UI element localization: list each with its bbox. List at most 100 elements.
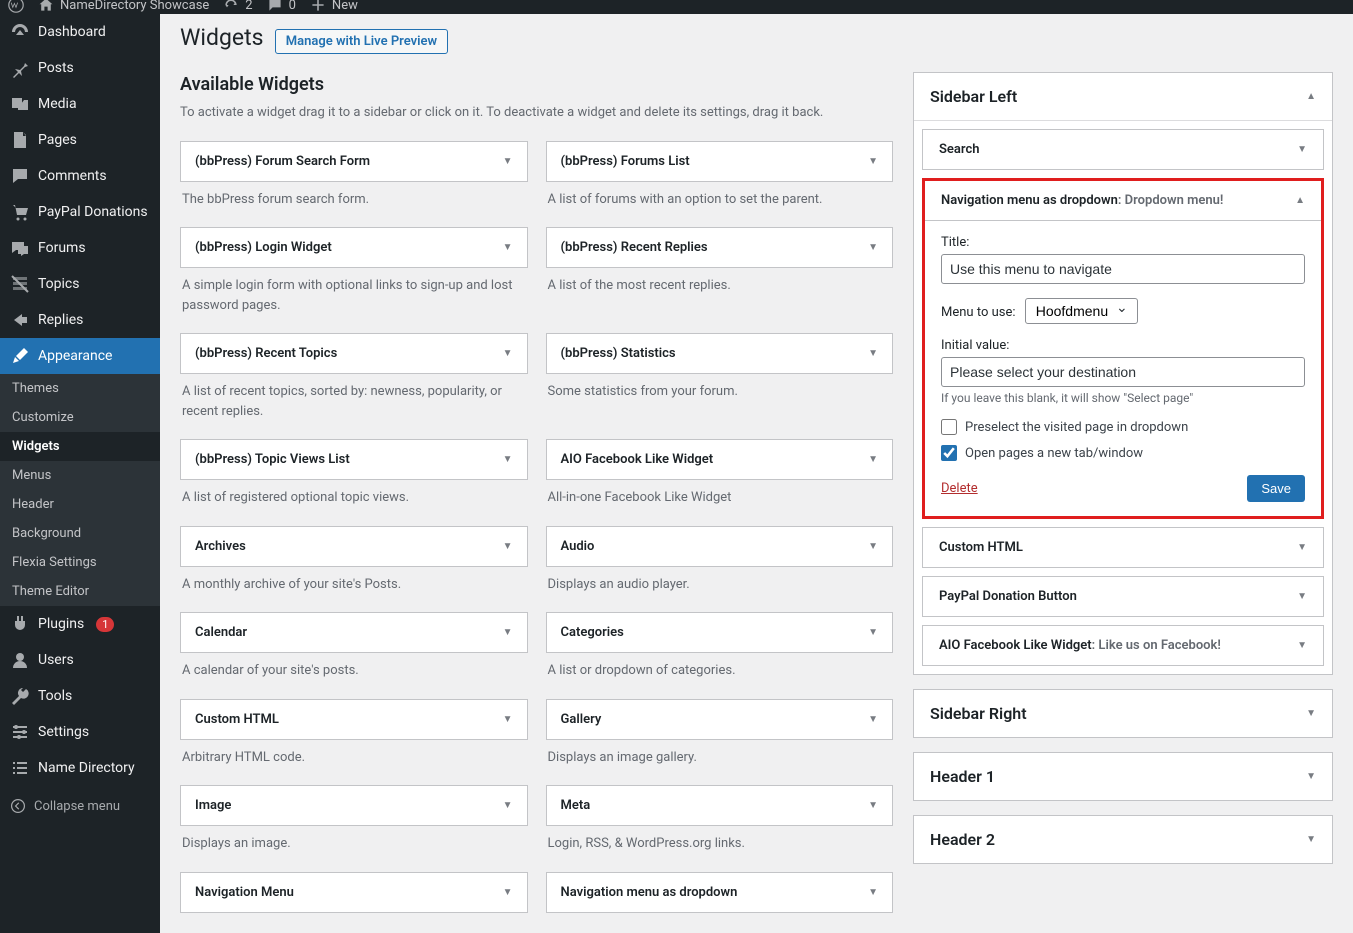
available-widget[interactable]: (bbPress) Forum Search Form▼ (180, 141, 528, 182)
available-widget[interactable]: (bbPress) Topic Views List▼ (180, 439, 528, 480)
chevron-down-icon: ▼ (1306, 834, 1316, 845)
chevron-up-icon: ▲ (1295, 195, 1305, 206)
sidebar-item-tools[interactable]: Tools (0, 678, 160, 714)
available-widget[interactable]: Image▼ (180, 785, 528, 826)
live-preview-button[interactable]: Manage with Live Preview (275, 29, 448, 54)
submenu-item-flexia-settings[interactable]: Flexia Settings (0, 548, 160, 577)
collapse-menu-button[interactable]: Collapse menu (0, 790, 160, 822)
available-widget[interactable]: Calendar▼ (180, 612, 528, 653)
initial-value-input[interactable] (941, 357, 1305, 387)
widget-item-header[interactable]: Navigation menu as dropdown: Dropdown me… (925, 181, 1321, 220)
chevron-down-icon: ▼ (1297, 542, 1307, 553)
menu-select[interactable]: Hoofdmenu (1025, 298, 1138, 324)
chevron-down-icon: ▼ (489, 336, 527, 371)
available-widget[interactable]: Archives▼ (180, 526, 528, 567)
widget-item-suffix: : Like us on Facebook! (1092, 638, 1221, 653)
widget-desc: Displays an image. (180, 832, 528, 862)
sidebar-item-forums[interactable]: Forums (0, 230, 160, 266)
sidebar-item-paypal-donations[interactable]: PayPal Donations (0, 194, 160, 230)
sidebar-item-media[interactable]: Media (0, 86, 160, 122)
sidebar-item-topics[interactable]: Topics (0, 266, 160, 302)
widget-title: Categories (547, 613, 638, 652)
updates-link[interactable]: 2 (223, 0, 252, 13)
comments-link[interactable]: 0 (267, 0, 296, 13)
newtab-checkbox[interactable] (941, 445, 957, 461)
new-label: New (332, 0, 358, 12)
widget-item-navdropdown-expanded: Navigation menu as dropdown: Dropdown me… (922, 178, 1324, 519)
widget-area-header1: Header 1 ▼ (913, 752, 1333, 801)
media-icon (10, 94, 30, 114)
sidebar-item-name-directory[interactable]: Name Directory (0, 750, 160, 786)
available-widget[interactable]: (bbPress) Recent Replies▼ (546, 227, 894, 268)
sidebar-item-replies[interactable]: Replies (0, 302, 160, 338)
widget-area-header[interactable]: Header 2 ▼ (914, 816, 1332, 863)
widget-desc: The bbPress forum search form. (180, 188, 528, 218)
updates-count: 2 (245, 0, 252, 12)
forum-icon (10, 238, 30, 258)
sidebar-item-posts[interactable]: Posts (0, 50, 160, 86)
comment-icon (10, 166, 30, 186)
available-widget[interactable]: (bbPress) Forums List▼ (546, 141, 894, 182)
sidebar-item-appearance[interactable]: Appearance (0, 338, 160, 374)
widget-area-header[interactable]: Sidebar Right ▼ (914, 690, 1332, 737)
submenu-item-menus[interactable]: Menus (0, 461, 160, 490)
widget-area-title: Header 1 (930, 767, 995, 786)
sidebar-item-dashboard[interactable]: Dashboard (0, 14, 160, 50)
save-button[interactable]: Save (1247, 475, 1305, 502)
submenu-item-header[interactable]: Header (0, 490, 160, 519)
sidebar-item-pages[interactable]: Pages (0, 122, 160, 158)
widget-item-title: Custom HTML (939, 540, 1023, 555)
sidebar-item-label: Users (38, 652, 74, 668)
available-widget[interactable]: AIO Facebook Like Widget▼ (546, 439, 894, 480)
site-link[interactable]: NameDirectory Showcase (38, 0, 209, 13)
widget-item-facebook[interactable]: AIO Facebook Like Widget: Like us on Fac… (923, 626, 1323, 665)
available-widget[interactable]: (bbPress) Recent Topics▼ (180, 333, 528, 374)
sidebar-item-settings[interactable]: Settings (0, 714, 160, 750)
widget-title: Gallery (547, 700, 616, 739)
sidebar-item-plugins[interactable]: Plugins1 (0, 606, 160, 642)
sidebar-item-label: Topics (38, 276, 79, 292)
submenu-item-customize[interactable]: Customize (0, 403, 160, 432)
widget-area-title: Header 2 (930, 830, 995, 849)
widget-area-sidebar-left: Sidebar Left ▲ Search ▼ Navigat (913, 72, 1333, 675)
widget-title: (bbPress) Forum Search Form (181, 142, 384, 181)
widget-desc: A list of the most recent replies. (546, 274, 894, 304)
available-widget[interactable]: (bbPress) Login Widget▼ (180, 227, 528, 268)
preselect-checkbox[interactable] (941, 419, 957, 435)
widget-title: Navigation menu as dropdown (547, 873, 752, 912)
sidebar-item-comments[interactable]: Comments (0, 158, 160, 194)
available-widget[interactable]: Custom HTML▼ (180, 699, 528, 740)
wp-logo[interactable] (8, 0, 24, 13)
cart-icon (10, 202, 30, 222)
widget-desc: Login, RSS, & WordPress.org links. (546, 832, 894, 862)
submenu-item-background[interactable]: Background (0, 519, 160, 548)
title-input[interactable] (941, 254, 1305, 284)
available-widget[interactable]: Meta▼ (546, 785, 894, 826)
preselect-label: Preselect the visited page in dropdown (965, 420, 1188, 435)
widget-item-paypal[interactable]: PayPal Donation Button ▼ (923, 577, 1323, 616)
widget-area-header[interactable]: Sidebar Left ▲ (914, 73, 1332, 120)
sidebar-item-users[interactable]: Users (0, 642, 160, 678)
new-link[interactable]: New (310, 0, 358, 13)
sidebar-item-label: Posts (38, 60, 74, 76)
chevron-down-icon: ▼ (1297, 640, 1307, 651)
widget-item-customhtml[interactable]: Custom HTML ▼ (923, 528, 1323, 567)
widget-item-title: Navigation menu as dropdown (941, 193, 1118, 208)
available-widget[interactable]: Audio▼ (546, 526, 894, 567)
submenu-item-widgets[interactable]: Widgets (0, 432, 160, 461)
available-widget[interactable]: Categories▼ (546, 612, 894, 653)
submenu-item-theme-editor[interactable]: Theme Editor (0, 577, 160, 606)
delete-button[interactable]: Delete (941, 481, 978, 496)
widget-area-header2: Header 2 ▼ (913, 815, 1333, 864)
widget-title: Custom HTML (181, 700, 293, 739)
widget-area-sidebar-right: Sidebar Right ▼ (913, 689, 1333, 738)
available-widgets-title: Available Widgets (180, 74, 893, 95)
widget-area-header[interactable]: Header 1 ▼ (914, 753, 1332, 800)
widget-item-search[interactable]: Search ▼ (923, 130, 1323, 169)
available-widget[interactable]: Navigation Menu▼ (180, 872, 528, 913)
available-widget[interactable]: Navigation menu as dropdown▼ (546, 872, 894, 913)
initial-label: Initial value: (941, 338, 1305, 353)
submenu-item-themes[interactable]: Themes (0, 374, 160, 403)
available-widget[interactable]: (bbPress) Statistics▼ (546, 333, 894, 374)
available-widget[interactable]: Gallery▼ (546, 699, 894, 740)
